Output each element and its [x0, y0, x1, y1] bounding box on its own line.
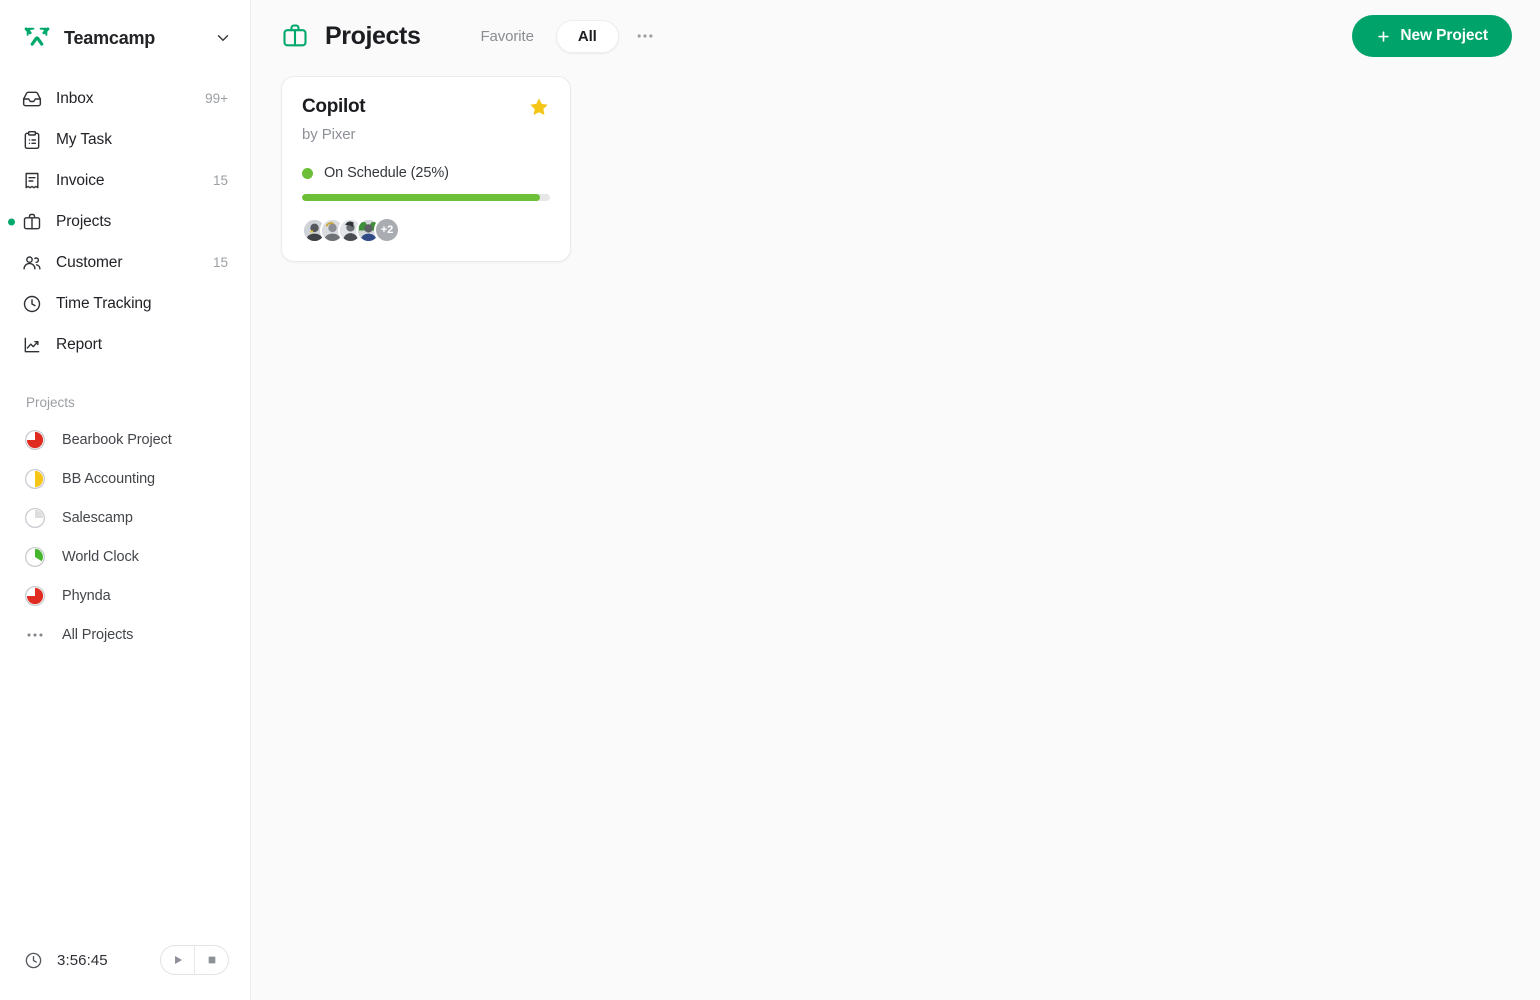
sidebar-project-label: World Clock [62, 548, 139, 565]
active-indicator-dot [8, 218, 15, 225]
clipboard-icon [22, 130, 42, 150]
clock-icon [24, 951, 43, 970]
sidebar-item-all-projects[interactable]: All Projects [0, 615, 250, 654]
sidebar-item-label: Customer [56, 253, 123, 271]
invoice-icon [22, 171, 42, 191]
sidebar-project-world-clock[interactable]: World Clock [0, 537, 250, 576]
tab-favorite[interactable]: Favorite [464, 20, 549, 53]
timer-value: 3:56:45 [57, 951, 108, 969]
sidebar-item-badge: 99+ [205, 91, 228, 106]
chevron-down-icon[interactable] [214, 29, 232, 47]
sidebar-item-label: Inbox [56, 89, 94, 107]
project-owner: by Pixer [302, 126, 356, 143]
status-label: On Schedule (25%) [324, 165, 449, 181]
ellipsis-icon[interactable] [633, 24, 657, 48]
sidebar-project-bearbook-project[interactable]: Bearbook Project [0, 420, 250, 459]
sidebar-item-report[interactable]: Report [0, 324, 250, 365]
plus-icon [1376, 29, 1391, 44]
brand-name: Teamcamp [64, 27, 156, 48]
sidebar-item-inbox[interactable]: Inbox 99+ [0, 78, 250, 119]
page-header: Projects Favorite All New Project [251, 0, 1540, 72]
sidebar-item-badge: 15 [212, 255, 228, 270]
clock-icon [22, 294, 42, 314]
sidebar-project-phynda[interactable]: Phynda [0, 576, 250, 615]
play-icon[interactable] [161, 946, 194, 974]
teamcamp-logo-icon [22, 23, 52, 53]
sidebar-project-label: Phynda [62, 587, 111, 604]
sidebar: Teamcamp Inbox 99+ My Task Invoice 15 Pr… [0, 0, 251, 1000]
progress-pie-icon [24, 546, 46, 568]
stop-icon[interactable] [195, 946, 228, 974]
projects-board: Copilot by Pixer On Schedule (25%) +2 [251, 72, 1540, 262]
app-root: Teamcamp Inbox 99+ My Task Invoice 15 Pr… [0, 0, 1540, 1000]
main-content: Projects Favorite All New Project Copilo… [251, 0, 1540, 1000]
sidebar-item-time-tracking[interactable]: Time Tracking [0, 283, 250, 324]
progress-bar [302, 194, 550, 201]
briefcase-icon [281, 22, 309, 50]
progress-pie-icon [24, 429, 46, 451]
member-avatar-stack: +2 [302, 217, 550, 243]
new-project-label: New Project [1400, 27, 1488, 44]
tab-all[interactable]: All [555, 19, 619, 53]
status-badge-dot [302, 167, 313, 179]
progress-pie-icon [24, 585, 46, 607]
users-icon [22, 253, 42, 273]
sidebar-item-label: All Projects [62, 626, 134, 643]
sidebar-project-label: Salescamp [62, 509, 133, 526]
primary-nav: Inbox 99+ My Task Invoice 15 Projects Cu… [0, 76, 250, 365]
star-filled-icon[interactable] [528, 96, 550, 118]
brand-header[interactable]: Teamcamp [0, 0, 250, 76]
sidebar-item-label: Report [56, 335, 102, 353]
project-card-copilot[interactable]: Copilot by Pixer On Schedule (25%) +2 [281, 76, 571, 262]
sidebar-item-label: My Task [56, 130, 112, 148]
sidebar-item-customer[interactable]: Customer 15 [0, 242, 250, 283]
view-tabs: Favorite All [464, 19, 619, 53]
sidebar-item-invoice[interactable]: Invoice 15 [0, 160, 250, 201]
inbox-icon [22, 89, 42, 109]
sidebar-project-label: Bearbook Project [62, 431, 172, 448]
project-title: Copilot [302, 96, 366, 117]
briefcase-icon [22, 212, 42, 232]
page-title: Projects [325, 21, 421, 50]
projects-section-heading: Projects [26, 395, 75, 410]
progress-pie-icon [24, 507, 46, 529]
sidebar-item-label: Time Tracking [56, 294, 152, 312]
chart-line-icon [22, 335, 42, 355]
sidebar-item-label: Invoice [56, 171, 105, 189]
sidebar-item-my-task[interactable]: My Task [0, 119, 250, 160]
timer-controls [160, 945, 229, 975]
ellipsis-icon [24, 624, 46, 646]
time-tracker-bar: 3:56:45 [0, 920, 251, 1000]
sidebar-item-projects[interactable]: Projects [0, 201, 250, 242]
progress-pie-icon [24, 468, 46, 490]
avatar-overflow-count[interactable]: +2 [374, 217, 400, 243]
new-project-button[interactable]: New Project [1352, 15, 1512, 57]
sidebar-item-badge: 15 [212, 173, 228, 188]
sidebar-project-bb-accounting[interactable]: BB Accounting [0, 459, 250, 498]
progress-bar-fill [302, 194, 541, 201]
sidebar-item-label: Projects [56, 212, 112, 230]
sidebar-project-salescamp[interactable]: Salescamp [0, 498, 250, 537]
card-header: Copilot [302, 96, 550, 118]
sidebar-project-label: BB Accounting [62, 470, 156, 487]
project-status: On Schedule (25%) [302, 165, 550, 181]
